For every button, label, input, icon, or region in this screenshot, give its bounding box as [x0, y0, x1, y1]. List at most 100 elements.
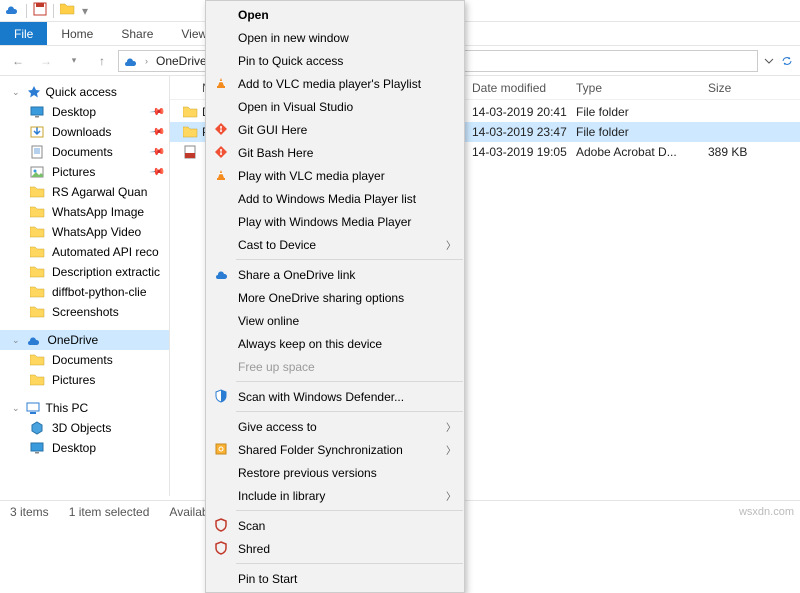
menu-item[interactable]: View online [206, 309, 464, 332]
menu-item[interactable]: Git Bash Here [206, 141, 464, 164]
menu-item[interactable]: Always keep on this device [206, 332, 464, 355]
folder-sm-icon [30, 205, 46, 219]
menu-item-label: Shared Folder Synchronization [238, 443, 403, 457]
folder-sm-icon [30, 185, 46, 199]
menu-item[interactable]: Pin to Quick access [206, 49, 464, 72]
address-dropdown[interactable] [762, 54, 776, 68]
sidebar-thispc[interactable]: ⌄ This PC [0, 398, 169, 418]
onedrive-icon[interactable] [4, 2, 20, 19]
file-type: File folder [576, 125, 708, 139]
menu-item[interactable]: Add to VLC media player's Playlist [206, 72, 464, 95]
menu-item[interactable]: Play with VLC media player [206, 164, 464, 187]
menu-item-label: Pin to Quick access [238, 54, 343, 68]
menu-item[interactable]: Play with Windows Media Player [206, 210, 464, 233]
sidebar-item-label: Pictures [52, 165, 95, 179]
chevron-right-icon: 〉 [446, 237, 456, 252]
menu-item-label: Open [238, 8, 269, 22]
star-icon [26, 85, 40, 99]
menu-item[interactable]: Shred [206, 537, 464, 560]
back-button[interactable]: ← [6, 49, 30, 73]
pin-icon: 📌 [148, 124, 165, 140]
desktop-icon [30, 105, 46, 119]
menu-item[interactable]: Include in library〉 [206, 484, 464, 507]
sidebar-onedrive[interactable]: ⌄ OneDrive [0, 330, 169, 350]
menu-item[interactable]: Open in new window [206, 26, 464, 49]
sidebar-item-label: RS Agarwal Quan [52, 185, 147, 199]
menu-item[interactable]: Share a OneDrive link [206, 263, 464, 286]
sidebar-item[interactable]: Pictures [0, 370, 169, 390]
menu-item-label: Restore previous versions [238, 466, 377, 480]
sidebar-quick-access[interactable]: ⌄ Quick access [0, 82, 169, 102]
refresh-button[interactable] [780, 54, 794, 68]
sidebar-item[interactable]: 3D Objects [0, 418, 169, 438]
col-type[interactable]: Type [576, 81, 708, 95]
file-date: 14-03-2019 23:47 [472, 125, 576, 139]
menu-item[interactable]: Cast to Device〉 [206, 233, 464, 256]
doc-icon [30, 145, 46, 159]
menu-item[interactable]: Git GUI Here [206, 118, 464, 141]
git-icon [213, 144, 229, 160]
menu-item[interactable]: Pin to Start [206, 567, 464, 590]
chevron-right-icon: 〉 [446, 419, 456, 434]
sidebar-item-label: 3D Objects [52, 421, 111, 435]
sidebar-item[interactable]: Documents [0, 350, 169, 370]
breadcrumb-root[interactable]: OneDrive [154, 54, 209, 68]
sidebar-item-label: Downloads [52, 125, 111, 139]
menu-item: Free up space [206, 355, 464, 378]
menu-item-label: Git Bash Here [238, 146, 313, 160]
menu-item[interactable]: Scan with Windows Defender... [206, 385, 464, 408]
sidebar-item[interactable]: WhatsApp Video [0, 222, 169, 242]
menu-item[interactable]: Shared Folder Synchronization〉 [206, 438, 464, 461]
cloud-icon [213, 266, 229, 282]
file-size: 389 KB [708, 145, 788, 159]
menu-item[interactable]: Scan [206, 514, 464, 537]
sidebar-item[interactable]: WhatsApp Image [0, 202, 169, 222]
sidebar-item[interactable]: Downloads 📌 [0, 122, 169, 142]
sidebar-item[interactable]: Screenshots [0, 302, 169, 322]
menu-item[interactable]: Restore previous versions [206, 461, 464, 484]
sidebar-item-label: Desktop [52, 441, 96, 455]
menu-item[interactable]: Open [206, 3, 464, 26]
sidebar-item[interactable]: Pictures 📌 [0, 162, 169, 182]
tab-file[interactable]: File [0, 22, 47, 45]
menu-item[interactable]: Add to Windows Media Player list [206, 187, 464, 210]
down-icon [30, 125, 46, 139]
tab-home[interactable]: Home [47, 22, 107, 45]
menu-item-label: Play with VLC media player [238, 169, 385, 183]
tab-share[interactable]: Share [107, 22, 167, 45]
menu-item[interactable]: Give access to〉 [206, 415, 464, 438]
sidebar-item[interactable]: RS Agarwal Quan [0, 182, 169, 202]
chevron-right-icon[interactable]: › [145, 56, 148, 66]
save-icon[interactable] [33, 2, 47, 19]
up-button[interactable]: ↑ [90, 49, 114, 73]
sidebar-item[interactable]: Documents📌 [0, 142, 169, 162]
onedrive-icon [26, 333, 42, 347]
menu-item-label: More OneDrive sharing options [238, 291, 404, 305]
sidebar-item[interactable]: Desktop [0, 438, 169, 458]
sidebar-item[interactable]: Automated API reco [0, 242, 169, 262]
sidebar-item[interactable]: Description extractic [0, 262, 169, 282]
thispc-icon [26, 401, 40, 415]
menu-item-label: Scan [238, 519, 265, 533]
desktop-icon [30, 441, 46, 455]
menu-item-label: Open in new window [238, 31, 349, 45]
overflow-icon[interactable]: ▾ [82, 4, 88, 18]
file-type: Adobe Acrobat D... [576, 145, 708, 159]
menu-item[interactable]: Open in Visual Studio [206, 95, 464, 118]
folder-sm-icon [30, 305, 46, 319]
col-date[interactable]: Date modified [472, 81, 576, 95]
menu-item-label: Add to Windows Media Player list [238, 192, 416, 206]
sidebar-item[interactable]: Desktop📌 [0, 102, 169, 122]
shield-icon [213, 388, 229, 404]
sidebar-item[interactable]: diffbot-python-clie [0, 282, 169, 302]
sidebar-item-label: WhatsApp Video [52, 225, 141, 239]
col-size[interactable]: Size [708, 81, 788, 95]
menu-item[interactable]: More OneDrive sharing options [206, 286, 464, 309]
navigation-pane: ⌄ Quick access Desktop📌Downloads📌Documen… [0, 76, 170, 496]
folder-icon [180, 105, 202, 119]
forward-button[interactable]: → [34, 49, 58, 73]
recent-dropdown[interactable]: ▾ [62, 49, 86, 73]
folder-icon[interactable] [60, 2, 76, 19]
sidebar-item-label: diffbot-python-clie [52, 285, 147, 299]
pin-icon: 📌 [148, 164, 165, 180]
